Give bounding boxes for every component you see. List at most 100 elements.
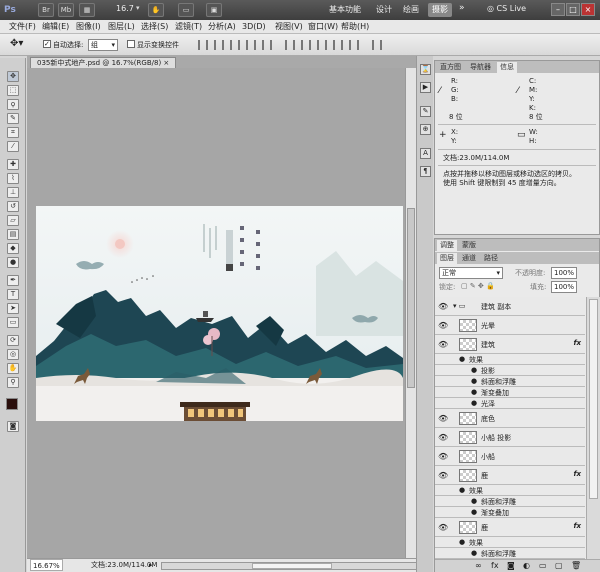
arrange-documents-icon[interactable]: ▭ <box>178 3 194 17</box>
document-tab[interactable]: 035新中式地产.psd @ 16.7%(RGB/8) × <box>30 57 177 68</box>
menu-3d[interactable]: 3D(D) <box>242 21 266 33</box>
layer-row[interactable]: 👁 小船 <box>435 447 585 466</box>
opacity-field[interactable]: 100% <box>551 267 577 279</box>
move-tool-icon[interactable]: ✥ <box>7 71 19 82</box>
align-bottom-icon[interactable] <box>230 40 240 50</box>
layer-effect-row[interactable]: ● 光泽 <box>435 398 585 409</box>
workspace-painting[interactable]: 绘画 <box>399 3 423 17</box>
layer-effect-row[interactable]: ● 斜面和浮雕 <box>435 376 585 387</box>
horizontal-scrollbar[interactable] <box>161 562 417 570</box>
new-layer-icon[interactable]: ▢ <box>555 560 563 572</box>
distribute-vcenter-icon[interactable] <box>301 40 311 50</box>
hand-tool-icon[interactable]: ✋ <box>7 363 19 374</box>
effect-visibility-icon[interactable]: ● <box>471 496 477 506</box>
show-transform-checkbox[interactable] <box>127 40 135 48</box>
visibility-eye-icon[interactable]: 👁 <box>438 321 448 330</box>
workspace-design[interactable]: 设计 <box>372 3 396 17</box>
effect-visibility-icon[interactable]: ● <box>459 354 465 364</box>
clone-stamp-tool-icon[interactable]: ⊥ <box>7 187 19 198</box>
type-tool-icon[interactable]: T <box>7 289 19 300</box>
eyedropper-tool-icon[interactable]: ⁄ <box>7 141 19 152</box>
workspace-photography[interactable]: 摄影 <box>428 3 452 17</box>
new-group-icon[interactable]: ▭ <box>539 560 547 572</box>
menu-filter[interactable]: 滤镜(T) <box>175 21 202 33</box>
3d-orbit-tool-icon[interactable]: ◎ <box>7 349 19 360</box>
healing-brush-tool-icon[interactable]: ✚ <box>7 159 19 170</box>
trash-icon[interactable]: 🗑 <box>571 560 581 572</box>
align-vcenter-icon[interactable] <box>214 40 224 50</box>
link-layers-icon[interactable]: ∞ <box>475 560 482 572</box>
status-menu-arrow-icon[interactable]: ▸ <box>149 559 153 572</box>
layer-effects-icon[interactable]: fx <box>573 470 581 478</box>
tab-info[interactable]: 信息 <box>497 62 517 73</box>
horizontal-scrollbar-thumb[interactable] <box>252 563 332 569</box>
tab-histogram[interactable]: 直方图 <box>437 62 464 73</box>
effect-visibility-icon[interactable]: ● <box>471 548 477 558</box>
visibility-eye-icon[interactable]: 👁 <box>438 523 448 532</box>
effect-visibility-icon[interactable]: ● <box>471 376 477 386</box>
foreground-color-swatch[interactable] <box>6 398 18 410</box>
menu-layer[interactable]: 图层(L) <box>108 21 135 33</box>
vertical-scrollbar[interactable] <box>405 68 416 558</box>
zoom-status[interactable]: 16.67% <box>30 559 63 571</box>
layer-effect-row[interactable]: ● 效果 <box>435 537 585 548</box>
hand-icon[interactable]: ✋ <box>148 3 164 17</box>
menu-help[interactable]: 帮助(H) <box>341 21 369 33</box>
bridge-button[interactable]: Br <box>38 3 54 17</box>
layer-effect-row[interactable]: ● 投影 <box>435 365 585 376</box>
layer-group-row[interactable]: 👁 ▾ ▭ 建筑 副本 <box>435 297 585 316</box>
blend-mode-dropdown[interactable]: 正常 ▾ <box>439 267 503 279</box>
chevron-down-icon[interactable]: ▾ <box>136 4 140 12</box>
layer-effect-row[interactable]: ● 效果 <box>435 354 585 365</box>
artwork-canvas[interactable] <box>36 206 403 421</box>
pen-tool-icon[interactable]: ✒ <box>7 275 19 286</box>
menu-image[interactable]: 图像(I) <box>76 21 101 33</box>
distribute-bottom-icon[interactable] <box>317 40 327 50</box>
tab-masks[interactable]: 蒙版 <box>459 240 479 251</box>
align-hcenter-icon[interactable] <box>262 40 272 50</box>
layer-effect-row[interactable]: ● 斜面和浮雕 <box>435 496 585 507</box>
history-panel-icon[interactable]: ⌛ <box>420 64 431 75</box>
move-tool-icon[interactable]: ✥▾ <box>10 38 23 49</box>
effect-visibility-icon[interactable]: ● <box>471 398 477 408</box>
tab-adjustments[interactable]: 调整 <box>437 240 457 251</box>
effect-visibility-icon[interactable]: ● <box>471 507 477 517</box>
quick-mask-icon[interactable]: ◙ <box>7 421 19 432</box>
auto-align-icon[interactable] <box>372 40 382 50</box>
visibility-eye-icon[interactable]: 👁 <box>438 302 448 311</box>
cs-live-button[interactable]: ◎ CS Live <box>487 4 526 13</box>
effect-visibility-icon[interactable]: ● <box>471 387 477 397</box>
fill-field[interactable]: 100% <box>551 281 577 293</box>
distribute-hcenter-icon[interactable] <box>349 40 359 50</box>
effect-visibility-icon[interactable]: ● <box>459 537 465 547</box>
layer-row[interactable]: 👁 鹿 fx <box>435 466 585 485</box>
menu-edit[interactable]: 编辑(E) <box>42 21 69 33</box>
layer-effect-row[interactable]: ● 渐变叠加 <box>435 387 585 398</box>
layer-effect-row[interactable]: ● 斜面和浮雕 <box>435 548 585 559</box>
menu-view[interactable]: 视图(V) <box>275 21 303 33</box>
layer-row[interactable]: 👁 光晕 <box>435 316 585 335</box>
minimize-button[interactable]: – <box>551 3 565 16</box>
scrollbar-thumb[interactable] <box>407 208 415 388</box>
menu-select[interactable]: 选择(S) <box>141 21 168 33</box>
close-icon[interactable]: × <box>163 59 169 67</box>
3d-rotate-tool-icon[interactable]: ⟳ <box>7 335 19 346</box>
history-brush-tool-icon[interactable]: ↺ <box>7 201 19 212</box>
dodge-tool-icon[interactable]: ● <box>7 257 19 268</box>
layers-scrollbar[interactable] <box>586 297 600 559</box>
mini-bridge-button[interactable]: Mb <box>58 3 74 17</box>
fx-icon[interactable]: fx <box>491 560 499 572</box>
eraser-tool-icon[interactable]: ▱ <box>7 215 19 226</box>
tab-layers[interactable]: 图层 <box>437 253 457 264</box>
close-button[interactable]: × <box>581 3 595 16</box>
layer-row[interactable]: 👁 建筑 fx <box>435 335 585 354</box>
clone-source-panel-icon[interactable]: ⊕ <box>420 124 431 135</box>
menu-analysis[interactable]: 分析(A) <box>208 21 236 33</box>
menu-file[interactable]: 文件(F) <box>9 21 36 33</box>
crop-tool-icon[interactable]: ⌗ <box>7 127 19 138</box>
lock-icons[interactable]: ▢ ✎ ✥ 🔒 <box>461 282 495 290</box>
workspace-essentials[interactable]: 基本功能 <box>325 3 365 17</box>
auto-select-dropdown[interactable]: 组 ▾ <box>88 39 118 51</box>
effect-visibility-icon[interactable]: ● <box>471 365 477 375</box>
shape-tool-icon[interactable]: ▭ <box>7 317 19 328</box>
